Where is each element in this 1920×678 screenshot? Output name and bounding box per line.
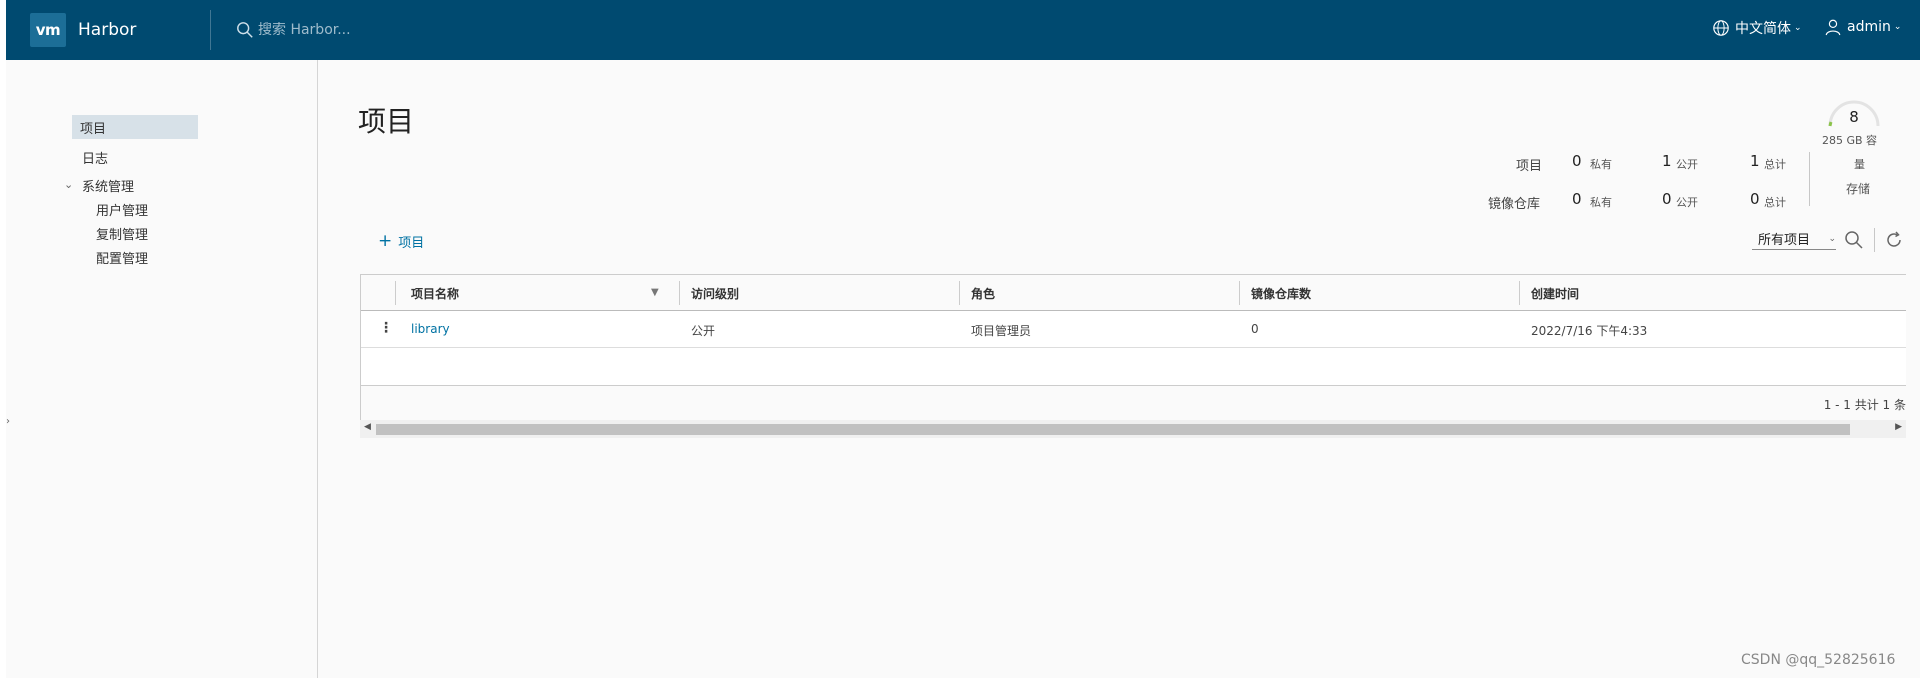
repos-total-count: 0 xyxy=(1750,190,1760,208)
scrollbar-thumb[interactable] xyxy=(376,424,1850,435)
sidebar-group-administration[interactable]: 系统管理 xyxy=(82,176,134,195)
project-access-level: 公开 xyxy=(691,324,716,338)
sidebar-item-configuration[interactable]: 配置管理 xyxy=(96,248,148,267)
scroll-right-icon[interactable]: ▶ xyxy=(1895,422,1902,432)
chevron-down-icon[interactable]: ⌄ xyxy=(64,178,73,191)
public-label: 公开 xyxy=(1676,196,1698,209)
column-separator[interactable] xyxy=(1519,281,1520,305)
page-title: 项目 xyxy=(358,105,415,138)
row-actions-icon[interactable]: ⋮ xyxy=(379,320,393,336)
brand[interactable]: vm Harbor xyxy=(30,12,136,48)
chevron-down-icon: ⌄ xyxy=(1828,233,1836,244)
column-header-repo-count[interactable]: 镜像仓库数 xyxy=(1251,285,1311,302)
table-row: ⋮ library 公开 项目管理员 0 2022/7/16 下午4:33 xyxy=(361,312,1906,348)
project-filter-select[interactable]: 所有项目 ⌄ xyxy=(1752,228,1836,250)
private-label: 私有 xyxy=(1590,196,1612,209)
globe-icon xyxy=(1713,20,1729,36)
username: admin xyxy=(1847,19,1891,35)
app-name: Harbor xyxy=(78,20,137,40)
new-project-button[interactable]: + 项目 xyxy=(378,231,425,252)
sidebar-item-label: 系统管理 xyxy=(82,180,135,195)
sidebar-item-logs[interactable]: 日志 xyxy=(82,148,108,167)
storage-capacity: 285 GB 容 xyxy=(1822,134,1878,147)
total-label: 总计 xyxy=(1764,196,1786,209)
private-label: 私有 xyxy=(1590,158,1612,171)
column-header-name[interactable]: 项目名称 xyxy=(411,285,459,302)
chevron-down-icon: ⌄ xyxy=(1794,23,1802,33)
header-divider xyxy=(210,10,211,50)
language-label: 中文简体 xyxy=(1735,21,1791,37)
column-header-created[interactable]: 创建时间 xyxy=(1531,285,1579,302)
search-input[interactable] xyxy=(258,22,518,38)
project-created-time: 2022/7/16 下午4:33 xyxy=(1531,324,1648,338)
column-separator[interactable] xyxy=(679,281,680,305)
projects-total-count: 1 xyxy=(1750,152,1760,170)
project-filter-value: 所有项目 xyxy=(1758,233,1811,248)
user-icon xyxy=(1825,19,1841,36)
storage-capacity-cont: 量 xyxy=(1854,158,1865,171)
datagrid-header: 项目名称 ▼ 访问级别 角色 镜像仓库数 创建时间 xyxy=(361,275,1906,311)
projects-private-count: 0 xyxy=(1572,152,1582,170)
project-role: 项目管理员 xyxy=(971,324,1032,338)
sidebar: 项目 日志 ⌄ 系统管理 用户管理 复制管理 配置管理 xyxy=(6,60,318,678)
repos-public-count: 0 xyxy=(1662,190,1672,208)
storage-label: 存储 xyxy=(1846,182,1871,196)
scroll-left-icon[interactable]: ◀ xyxy=(364,422,371,432)
total-label: 总计 xyxy=(1764,158,1786,171)
project-name-link[interactable]: library xyxy=(411,322,450,336)
sidebar-item-projects[interactable]: 项目 xyxy=(72,115,198,139)
sidebar-item-label: 配置管理 xyxy=(96,252,149,267)
horizontal-scrollbar[interactable]: ◀ ▶ xyxy=(360,420,1906,438)
sidebar-item-label: 项目 xyxy=(80,122,107,137)
datagrid-footer: 1 - 1 共计 1 条 xyxy=(361,385,1906,421)
chevron-right-icon[interactable]: › xyxy=(6,416,10,427)
column-separator xyxy=(395,281,396,305)
column-header-access[interactable]: 访问级别 xyxy=(691,285,739,302)
repos-summary-label: 镜像仓库 xyxy=(1488,197,1541,212)
language-selector[interactable]: 中文简体 ⌄ xyxy=(1712,18,1802,38)
sidebar-item-label: 日志 xyxy=(82,152,109,167)
project-repo-count: 0 xyxy=(1251,322,1259,336)
sidebar-item-replication[interactable]: 复制管理 xyxy=(96,224,148,243)
filter-icon[interactable]: ▼ xyxy=(651,287,659,298)
watermark: CSDN @qq_52825616 xyxy=(1741,652,1896,668)
new-project-label: 项目 xyxy=(398,236,425,251)
projects-datagrid: 项目名称 ▼ 访问级别 角色 镜像仓库数 创建时间 ⋮ library 公开 项… xyxy=(360,274,1906,421)
search-icon[interactable] xyxy=(1844,230,1864,250)
search-icon xyxy=(237,22,253,38)
top-header: vm Harbor 中文简体 ⌄ admin xyxy=(6,0,1920,60)
plus-icon: + xyxy=(378,231,393,251)
vmware-logo-icon: vm xyxy=(30,13,66,47)
chevron-down-icon: ⌄ xyxy=(1893,22,1902,32)
column-header-role[interactable]: 角色 xyxy=(971,285,995,302)
global-search[interactable] xyxy=(236,18,518,42)
column-separator[interactable] xyxy=(1239,281,1240,305)
toolbar-divider xyxy=(1874,228,1875,252)
app-frame: vm Harbor 中文简体 ⌄ admin xyxy=(6,0,1920,678)
user-menu[interactable]: admin ⌄ xyxy=(1824,18,1901,36)
projects-public-count: 1 xyxy=(1662,152,1672,170)
sidebar-item-label: 复制管理 xyxy=(96,228,149,243)
repos-private-count: 0 xyxy=(1572,190,1582,208)
sidebar-item-label: 用户管理 xyxy=(96,204,149,219)
storage-value: 8 xyxy=(1849,108,1859,126)
refresh-icon[interactable] xyxy=(1884,230,1904,250)
public-label: 公开 xyxy=(1676,158,1698,171)
sidebar-item-users[interactable]: 用户管理 xyxy=(96,200,148,219)
projects-summary-label: 项目 xyxy=(1516,159,1543,174)
column-separator[interactable] xyxy=(959,281,960,305)
pagination-summary: 1 - 1 共计 1 条 xyxy=(1823,398,1906,412)
storage-divider xyxy=(1809,152,1810,206)
